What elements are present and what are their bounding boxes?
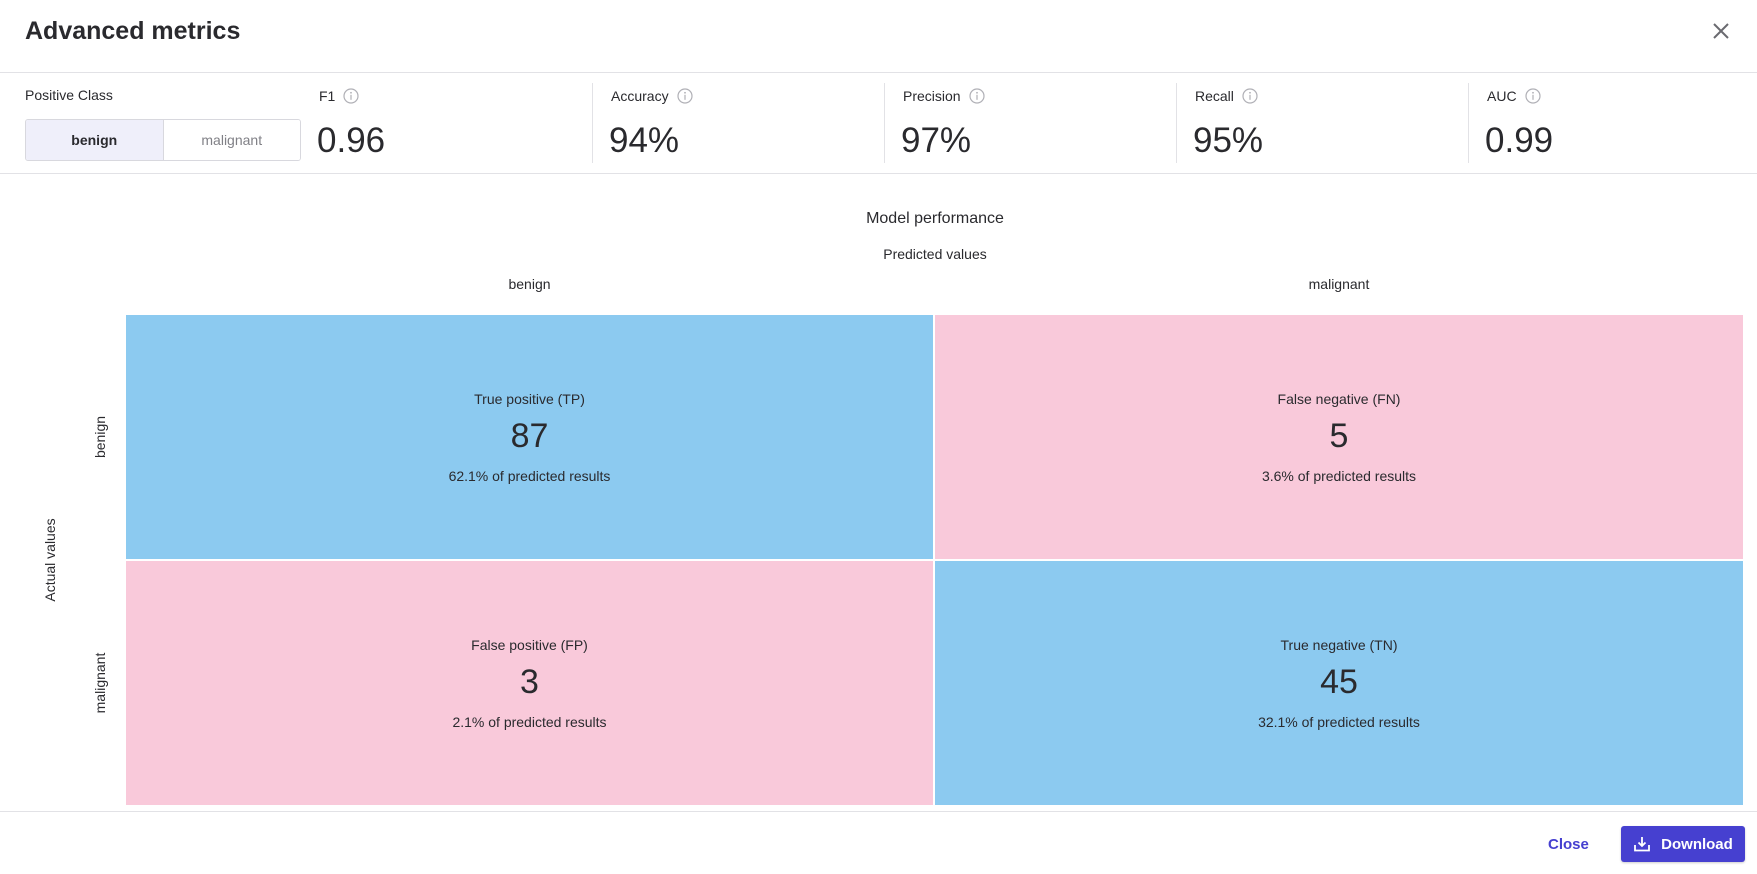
dialog-header: Advanced metrics: [0, 0, 1757, 73]
metric-value: 94%: [609, 121, 680, 160]
chart-title: Model performance: [866, 210, 1004, 227]
y-tick-label: benign: [92, 415, 108, 459]
metrics-bar: Positive Class benign malignant F1 0.96 …: [0, 73, 1757, 174]
x-axis-label: Predicted values: [883, 246, 987, 262]
cell-name: False negative (FN): [1277, 390, 1401, 407]
metric-precision: Precision 97%: [884, 83, 1176, 163]
metric-value: 0.96: [317, 121, 386, 160]
close-button[interactable]: Close: [1548, 836, 1589, 853]
cell-percent: 3.6% of predicted results: [1261, 467, 1417, 484]
cell-count: 5: [1329, 416, 1349, 455]
info-icon[interactable]: [1242, 88, 1258, 104]
matrix-cell: True negative (TN) 45 32.1% of predicted r…: [935, 561, 1743, 805]
metric-label: AUC: [1487, 88, 1517, 104]
info-icon[interactable]: [968, 88, 985, 104]
info-icon[interactable]: [676, 88, 693, 104]
metric-value: 0.99: [1485, 121, 1554, 160]
matrix-cell: True positive (TP) 87 62.1% of predicted r…: [126, 315, 933, 559]
metric-auc: AUC 0.99: [1468, 83, 1757, 163]
metric-value: 95%: [1193, 121, 1264, 160]
metric-label: Recall: [1195, 88, 1234, 104]
matrix-cell: False positive (FP) 3 2.1% of predicted re…: [126, 561, 933, 805]
matrix-cell: False negative (FN) 5 3.6% of predicted re…: [935, 315, 1743, 559]
metric-f1: F1 0.96: [300, 83, 590, 163]
cell-percent: 32.1% of predicted results: [1258, 713, 1420, 730]
download-icon: [1634, 837, 1651, 852]
cell-name: False positive (FP): [471, 636, 588, 653]
cell-count: 45: [1320, 662, 1358, 701]
metric-recall: Recall 95%: [1176, 83, 1468, 163]
metric-label: F1: [319, 88, 336, 104]
cell-name: True negative (TN): [1280, 636, 1398, 653]
positive-class-label: Positive Class: [25, 87, 113, 103]
cell-name: True positive (TP): [474, 390, 585, 407]
close-icon[interactable]: [1708, 18, 1734, 44]
metric-label: Precision: [903, 88, 961, 104]
positive-class-malignant[interactable]: malignant: [163, 120, 300, 160]
cell-count: 3: [520, 662, 539, 701]
dialog-title: Advanced metrics: [25, 17, 241, 45]
dialog-footer: Close Download: [0, 811, 1757, 874]
info-icon[interactable]: [1524, 88, 1541, 104]
x-tick-label: benign: [508, 276, 551, 292]
download-label: Download: [1661, 835, 1733, 853]
download-button[interactable]: Download: [1621, 826, 1745, 862]
positive-class-toggle: benign malignant: [25, 119, 301, 161]
metric-label: Accuracy: [611, 88, 669, 104]
cell-count: 87: [510, 416, 549, 455]
metric-accuracy: Accuracy 94%: [592, 83, 884, 163]
cell-percent: 2.1% of predicted results: [452, 713, 607, 730]
y-tick-label: malignant: [92, 652, 108, 714]
cell-percent: 62.1% of predicted results: [448, 467, 611, 484]
metric-value: 97%: [901, 121, 972, 160]
info-icon[interactable]: [343, 88, 359, 104]
y-axis-label: Actual values: [42, 518, 58, 602]
positive-class-benign[interactable]: benign: [26, 120, 164, 160]
x-tick-label: malignant: [1308, 276, 1370, 292]
